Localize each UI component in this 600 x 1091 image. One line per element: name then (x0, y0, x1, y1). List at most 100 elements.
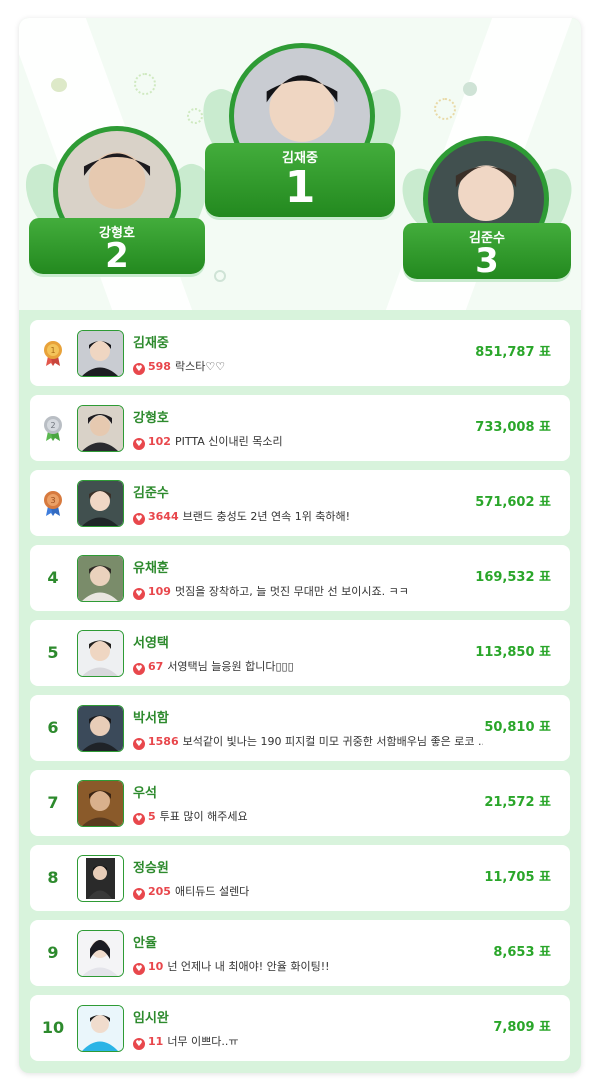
row-message: ♥ 102 PITTA 신이내린 목소리 (133, 433, 283, 450)
row-name: 안율 (133, 936, 157, 951)
heart-icon: ♥ (133, 363, 145, 375)
ranking-row[interactable]: 6 박서함 ♥ 1586 보석같이 빛나는 190 피지컬 미모 귀중한 서함배우님… (30, 695, 570, 761)
cheer-text: PITTA 신이내린 목소리 (174, 435, 283, 448)
row-name: 김재중 (133, 336, 169, 351)
vote-count: 733,008 표 (475, 420, 551, 435)
row-name: 정승원 (133, 861, 169, 876)
heart-count: 11 (148, 1035, 164, 1048)
podium-rank: 3 (475, 241, 499, 281)
row-message: ♥ 10 넌 언제나 내 최애야! 안율 화이팅!! (133, 958, 330, 975)
vote-count: 113,850 표 (475, 645, 551, 660)
avatar[interactable] (77, 330, 124, 377)
heart-deco-icon (51, 78, 67, 92)
row-message: ♥ 109 멋짐을 장착하고, 늘 멋진 무대만 선 보이시죠. ㅋㅋ (133, 583, 409, 600)
ranking-row[interactable]: 10 임시완 ♥ 11 너무 이쁘다..ㅠ 7,809 표 (30, 995, 570, 1061)
vote-count: 851,787 표 (475, 345, 551, 360)
rank-number: 10 (41, 1018, 65, 1037)
rank-number: 9 (47, 943, 59, 962)
ranking-row[interactable]: 4 유채훈 ♥ 109 멋짐을 장착하고, 늘 멋진 무대만 선 보이시죠. ㅋㅋ … (30, 545, 570, 611)
svg-text:3: 3 (50, 496, 55, 505)
heart-icon: ♥ (133, 738, 145, 750)
ranking-row[interactable]: 9 안율 ♥ 10 넌 언제나 내 최애야! 안율 화이팅!! 8,653 표 (30, 920, 570, 986)
heart-icon: ♥ (133, 438, 145, 450)
heart-count: 1586 (148, 735, 179, 748)
avatar[interactable] (77, 555, 124, 602)
avatar[interactable] (77, 630, 124, 677)
rank-number: 6 (47, 718, 59, 737)
ranking-row[interactable]: 8 정승원 ♥ 205 애티듀드 설렌다 11,705 표 (30, 845, 570, 911)
row-message: ♥ 67 서영택님 늘응원 합니다▯▯▯ (133, 658, 294, 675)
row-name: 임시완 (133, 1011, 169, 1026)
row-name: 박서함 (133, 711, 169, 726)
heart-count: 598 (148, 360, 171, 373)
ranking-row[interactable]: 3 김준수 ♥ 3644 브랜드 충성도 2년 연속 1위 축하해! 571,602… (30, 470, 570, 536)
row-message: ♥ 3644 브랜드 충성도 2년 연속 1위 축하해! (133, 508, 350, 525)
cheer-text: 멋짐을 장착하고, 늘 멋진 무대만 선 보이시죠. ㅋㅋ (174, 585, 409, 598)
banner-third: 김준수 3 (403, 223, 571, 279)
heart-count: 3644 (148, 510, 179, 523)
ranking-row[interactable]: 5 서영택 ♥ 67 서영택님 늘응원 합니다▯▯▯ 113,850 표 (30, 620, 570, 686)
avatar[interactable] (77, 405, 124, 452)
cheer-text: 브랜드 충성도 2년 연속 1위 축하해! (182, 510, 351, 523)
heart-count: 5 (148, 810, 156, 823)
vote-count: 50,810 표 (484, 720, 551, 735)
heart-icon: ♥ (133, 513, 145, 525)
silver-medal-icon: 2 (44, 416, 62, 441)
avatar[interactable] (77, 930, 124, 977)
cheer-text: 너무 이쁘다..ㅠ (167, 1035, 239, 1048)
avatar[interactable] (77, 705, 124, 752)
cheer-text: 보석같이 빛나는 190 피지컬 미모 귀중한 서함배우님 좋은 로코 ... (182, 735, 483, 748)
row-name: 우석 (133, 786, 157, 801)
cheer-text: 투표 많이 해주세요 (159, 810, 248, 823)
avatar[interactable] (77, 1005, 124, 1052)
cheer-text: 애티듀드 설렌다 (174, 885, 250, 898)
vote-count: 8,653 표 (493, 945, 551, 960)
podium: 강형호 2 김재중 1 김준수 3 (19, 18, 581, 310)
heart-icon: ♥ (133, 1038, 145, 1050)
rank-number: 7 (47, 793, 59, 812)
ring-deco-icon (434, 98, 456, 120)
heart-count: 109 (148, 585, 171, 598)
vote-count: 21,572 표 (484, 795, 551, 810)
heart-icon: ♥ (133, 963, 145, 975)
row-message: ♥ 1586 보석같이 빛나는 190 피지컬 미모 귀중한 서함배우님 좋은 로코… (133, 733, 483, 750)
vote-count: 169,532 표 (475, 570, 551, 585)
ring-deco-icon (214, 270, 226, 282)
heart-icon: ♥ (133, 888, 145, 900)
ring-deco-icon (134, 73, 156, 95)
rank-number: 5 (47, 643, 59, 662)
ring-deco-icon (187, 108, 203, 124)
svg-text:1: 1 (50, 346, 55, 355)
row-name: 유채훈 (133, 561, 169, 576)
heart-count: 10 (148, 960, 164, 973)
row-message: ♥ 5 투표 많이 해주세요 (133, 808, 248, 825)
gold-medal-icon: 1 (44, 341, 62, 366)
ranking-row[interactable]: 2 강형호 ♥ 102 PITTA 신이내린 목소리 733,008 표 (30, 395, 570, 461)
podium-rank: 2 (105, 236, 129, 276)
cheer-text: 락스타♡♡ (174, 360, 226, 373)
heart-icon: ♥ (133, 813, 145, 825)
row-message: ♥ 11 너무 이쁘다..ㅠ (133, 1033, 239, 1050)
avatar[interactable] (77, 780, 124, 827)
row-name: 강형호 (133, 411, 169, 426)
heart-count: 102 (148, 435, 171, 448)
ranking-row[interactable]: 7 우석 ♥ 5 투표 많이 해주세요 21,572 표 (30, 770, 570, 836)
podium-rank: 1 (284, 162, 316, 213)
svg-text:2: 2 (50, 421, 55, 430)
banner-first: 김재중 1 (205, 143, 395, 217)
heart-icon: ♥ (133, 588, 145, 600)
ranking-card: 강형호 2 김재중 1 김준수 3 1 김재중 ♥ 598 락스타♡♡ 851,… (19, 18, 581, 1073)
heart-count: 67 (148, 660, 164, 673)
heart-icon: ♥ (133, 663, 145, 675)
ranking-row[interactable]: 1 김재중 ♥ 598 락스타♡♡ 851,787 표 (30, 320, 570, 386)
row-message: ♥ 598 락스타♡♡ (133, 358, 225, 375)
row-name: 서영택 (133, 636, 169, 651)
rank-number: 4 (47, 568, 59, 587)
banner-second: 강형호 2 (29, 218, 205, 274)
row-message: ♥ 205 애티듀드 설렌다 (133, 883, 249, 900)
cheer-text: 서영택님 늘응원 합니다▯▯▯ (167, 660, 294, 673)
vote-count: 7,809 표 (493, 1020, 551, 1035)
avatar[interactable] (77, 855, 124, 902)
row-name: 김준수 (133, 486, 169, 501)
avatar[interactable] (77, 480, 124, 527)
